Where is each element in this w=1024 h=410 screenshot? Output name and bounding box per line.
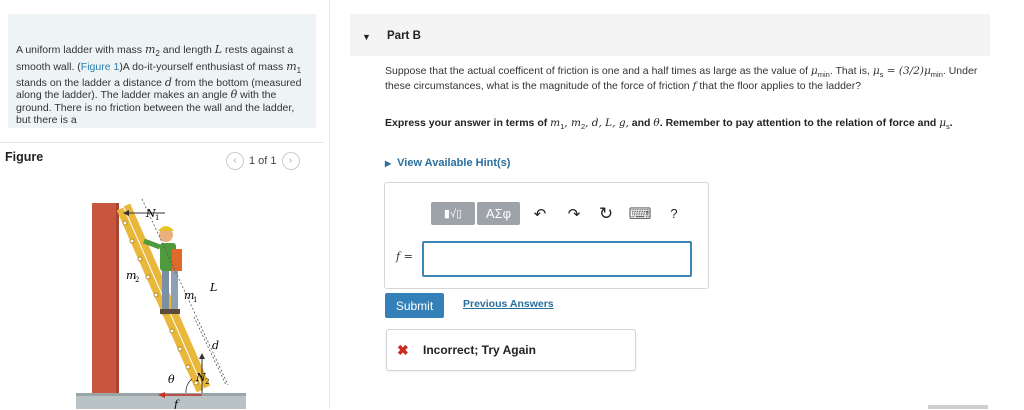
ladder-figure: N 1 L d m 2 m 1 N 2 θ f <box>76 198 246 409</box>
figure-page-indicator: 1 of 1 <box>249 155 277 167</box>
redo-icon[interactable]: ↷ <box>563 202 585 225</box>
reset-icon[interactable]: ↻ <box>595 202 617 225</box>
svg-text:1: 1 <box>155 214 159 222</box>
column-divider <box>329 0 330 409</box>
answer-instruction: Express your answer in terms of m1, m2, … <box>385 117 953 132</box>
label-theta: θ <box>168 373 175 386</box>
greek-symbols-button[interactable]: ΑΣφ <box>477 202 520 225</box>
problem-statement: A uniform ladder with mass m2 and length… <box>16 43 302 127</box>
help-button[interactable]: ? <box>665 202 683 225</box>
figure-header: Figure <box>5 150 44 164</box>
part-header[interactable] <box>350 14 990 56</box>
part-title[interactable]: Part B <box>387 30 421 42</box>
expand-arrow-icon: ▶ <box>385 158 392 168</box>
incorrect-icon: ✖ <box>397 342 409 358</box>
answer-label: f = <box>396 250 413 263</box>
collapse-arrow-icon[interactable]: ▼ <box>362 32 371 42</box>
previous-answers-link[interactable]: Previous Answers <box>463 298 554 310</box>
templates-button[interactable]: ▮√▯ <box>431 202 475 225</box>
scroll-indicator <box>928 405 988 409</box>
question-text: Suppose that the actual coefficent of fr… <box>385 65 978 92</box>
feedback-text: Incorrect; Try Again <box>423 343 536 357</box>
answer-input[interactable] <box>422 241 692 277</box>
figure-pager: ‹ 1 of 1 › <box>226 152 300 170</box>
svg-text:1: 1 <box>193 296 197 304</box>
label-l: L <box>209 281 217 294</box>
view-hints-link[interactable]: ▶ View Available Hint(s) <box>385 157 510 169</box>
label-d: d <box>212 339 219 352</box>
prev-figure-button[interactable]: ‹ <box>226 152 244 170</box>
next-figure-button[interactable]: › <box>281 152 300 170</box>
svg-text:2: 2 <box>205 378 209 386</box>
submit-button[interactable]: Submit <box>385 293 444 318</box>
keyboard-icon[interactable]: ⌨ <box>628 202 652 225</box>
feedback-message: ✖ Incorrect; Try Again <box>386 329 636 371</box>
svg-text:2: 2 <box>135 276 139 284</box>
figure-link[interactable]: Figure 1 <box>81 61 120 73</box>
wall <box>92 203 118 393</box>
undo-icon[interactable]: ↶ <box>529 202 551 225</box>
